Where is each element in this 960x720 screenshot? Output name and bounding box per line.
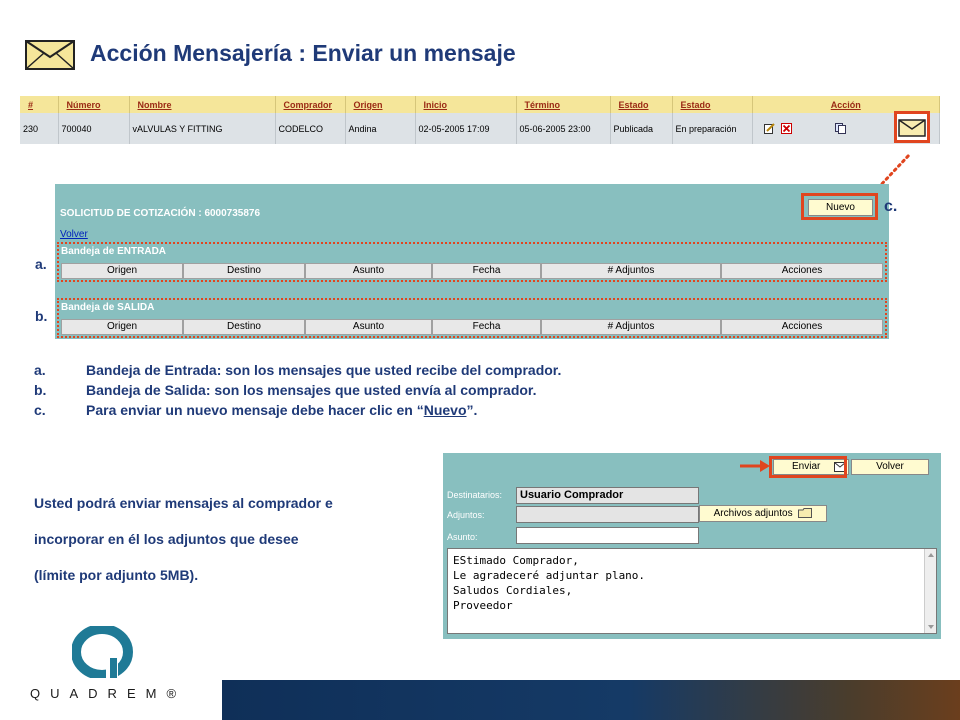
outbox-col-origen[interactable]: Origen <box>61 319 183 335</box>
label-c: c. <box>884 198 898 215</box>
cell-origen: Andina <box>345 113 416 144</box>
envelope-title-icon <box>25 40 75 70</box>
destinatarios-field[interactable]: Usuario Comprador <box>516 487 699 504</box>
bullet-text: Para enviar un nuevo mensaje debe hacer … <box>86 400 477 420</box>
col-header-estado-2[interactable]: Estado <box>672 96 753 114</box>
message-line: Proveedor <box>453 599 513 612</box>
adjuntos-field[interactable] <box>516 506 699 523</box>
col-header-termino[interactable]: Término <box>516 96 611 114</box>
nuevo-reference: Nuevo <box>423 402 467 418</box>
cell-numero: 700040 <box>58 113 130 144</box>
volver-button[interactable]: Volver <box>851 459 929 475</box>
inbox-col-fecha[interactable]: Fecha <box>432 263 541 279</box>
folder-icon <box>798 508 813 519</box>
info-line: (límite por adjunto 5MB). <box>34 567 199 583</box>
inbox-col-adjuntos[interactable]: # Adjuntos <box>541 263 721 279</box>
info-text: Usted podrá enviar mensajes al comprador… <box>34 495 434 603</box>
bullet-list: a. Bandeja de Entrada: son los mensajes … <box>34 360 561 420</box>
cell-estado: Publicada <box>610 113 673 144</box>
bullet-key: c. <box>34 402 46 418</box>
destinatarios-label: Destinatarios: <box>447 490 503 500</box>
bullet-text: Bandeja de Entrada: son los mensajes que… <box>86 362 562 378</box>
bullet-key: b. <box>34 382 47 398</box>
adjuntos-label: Adjuntos: <box>447 510 485 520</box>
col-header-estado[interactable]: Estado <box>610 96 673 114</box>
message-line: EStimado Comprador, <box>453 554 579 567</box>
inbox-title: Bandeja de ENTRADA <box>61 246 167 257</box>
col-header-num[interactable]: # <box>20 96 59 114</box>
col-header-comprador[interactable]: Comprador <box>275 96 346 114</box>
outbox-col-asunto[interactable]: Asunto <box>305 319 432 335</box>
info-line: incorporar en él los adjuntos que desee <box>34 531 299 547</box>
delete-icon[interactable] <box>781 123 793 135</box>
bullet-text: Bandeja de Salida: son los mensajes que … <box>86 382 537 398</box>
scroll-up-icon[interactable] <box>925 550 937 560</box>
table-row: 230 700040 vALVULAS Y FITTING CODELCO An… <box>20 113 940 144</box>
inbox-header: Origen Destino Asunto Fecha # Adjuntos A… <box>61 263 883 279</box>
compose-panel: Enviar Volver Destinatarios: Usuario Com… <box>443 453 941 639</box>
outbox-tray: Bandeja de SALIDA Origen Destino Asunto … <box>57 298 887 338</box>
col-header-numero[interactable]: Número <box>58 96 130 114</box>
inbox-col-acciones[interactable]: Acciones <box>721 263 883 279</box>
cell-num: 230 <box>20 113 59 144</box>
outbox-title: Bandeja de SALIDA <box>61 302 155 313</box>
outbox-col-destino[interactable]: Destino <box>183 319 305 335</box>
quote-close: ” <box>466 402 474 418</box>
bullet-key: a. <box>34 362 46 378</box>
cell-termino: 05-06-2005 23:00 <box>516 113 611 144</box>
bullet-text-after: . <box>473 402 478 418</box>
col-header-nombre[interactable]: Nombre <box>129 96 276 114</box>
outbox-header: Origen Destino Asunto Fecha # Adjuntos A… <box>61 319 883 335</box>
quote-open: “ <box>416 402 424 418</box>
inbox-col-destino[interactable]: Destino <box>183 263 305 279</box>
bullet-item: c. Para enviar un nuevo mensaje debe hac… <box>34 400 561 420</box>
cell-comprador: CODELCO <box>275 113 346 144</box>
enviar-highlight <box>769 456 847 478</box>
cell-nombre: vALVULAS Y FITTING <box>129 113 276 144</box>
arrow-icon <box>740 460 770 472</box>
asunto-field[interactable] <box>516 527 699 544</box>
mail-icon <box>898 119 926 137</box>
info-line: Usted podrá enviar mensajes al comprador… <box>34 495 333 511</box>
quadrem-logo-text: QUADREM® <box>30 686 187 701</box>
quote-title: SOLICITUD DE COTIZACIÓN : 6000735876 <box>60 208 261 219</box>
edit-icon[interactable] <box>763 123 775 135</box>
inbox-tray: Bandeja de ENTRADA Origen Destino Asunto… <box>57 242 887 282</box>
inbox-col-asunto[interactable]: Asunto <box>305 263 432 279</box>
message-line: Saludos Cordiales, <box>453 584 573 597</box>
label-a: a. <box>35 256 47 272</box>
scroll-down-icon[interactable] <box>925 622 937 632</box>
message-scrollbar[interactable] <box>924 549 936 633</box>
cell-estado-2: En preparación <box>672 113 753 144</box>
outbox-col-acciones[interactable]: Acciones <box>721 319 883 335</box>
page-title: Acción Mensajería : Enviar un mensaje <box>90 40 516 66</box>
volver-link[interactable]: Volver <box>60 229 88 240</box>
footer-bar <box>222 680 960 720</box>
bullet-item: a. Bandeja de Entrada: son los mensajes … <box>34 360 561 380</box>
message-textarea[interactable]: EStimado Comprador, Le agradeceré adjunt… <box>447 548 937 634</box>
mail-action-button[interactable] <box>894 111 930 143</box>
archivos-adjuntos-button[interactable]: Archivos adjuntos <box>699 505 827 522</box>
archivos-adjuntos-label: Archivos adjuntos <box>713 508 793 519</box>
outbox-col-fecha[interactable]: Fecha <box>432 319 541 335</box>
cell-inicio: 02-05-2005 17:09 <box>415 113 517 144</box>
copy-icon[interactable] <box>834 123 846 135</box>
bullet-text-before: Para enviar un nuevo mensaje debe hacer … <box>86 402 417 418</box>
label-b: b. <box>35 308 48 324</box>
message-line: Le agradeceré adjuntar plano. <box>453 569 646 582</box>
bullet-item: b. Bandeja de Salida: son los mensajes q… <box>34 380 561 400</box>
outbox-col-adjuntos[interactable]: # Adjuntos <box>541 319 721 335</box>
order-table: # Número Nombre Comprador Origen Inicio … <box>20 96 940 144</box>
asunto-label: Asunto: <box>447 532 478 542</box>
col-header-origen[interactable]: Origen <box>345 96 416 114</box>
nuevo-highlight <box>801 193 878 220</box>
quadrem-logo-icon <box>72 626 133 678</box>
inbox-col-origen[interactable]: Origen <box>61 263 183 279</box>
col-header-inicio[interactable]: Inicio <box>415 96 517 114</box>
